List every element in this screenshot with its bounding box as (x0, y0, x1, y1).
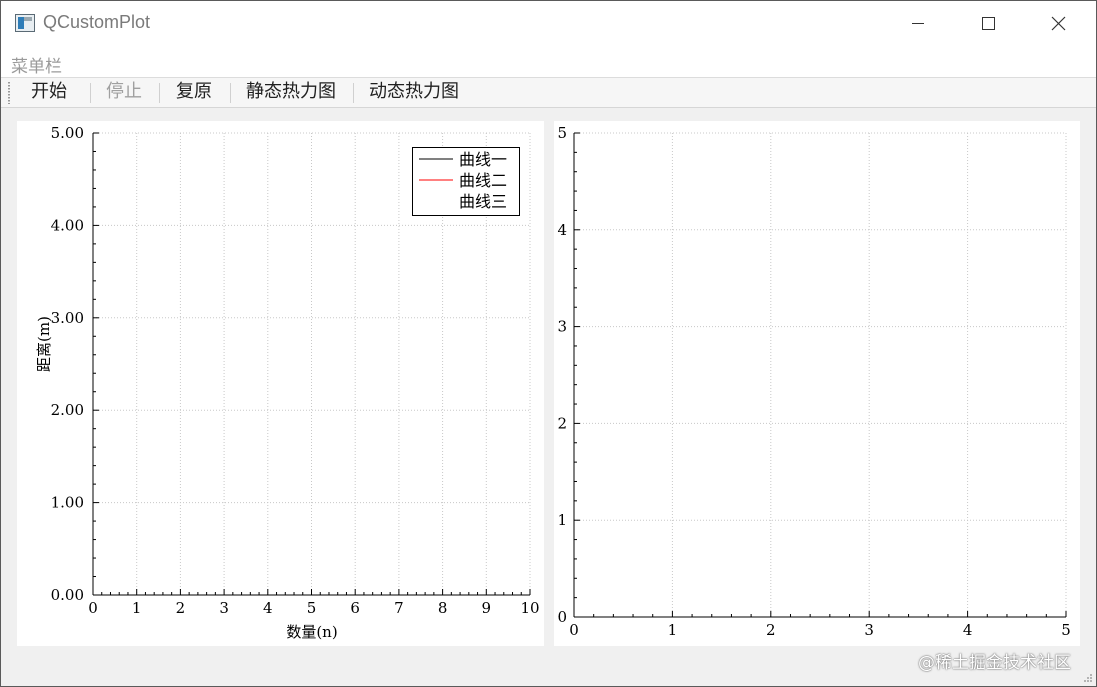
y-tick-label: 4.00 (51, 216, 84, 234)
heatmap-plot[interactable]: 0 1 2 3 4 5 0 1 2 3 4 5 (554, 121, 1080, 646)
x-tick-label: 2 (176, 599, 186, 617)
x-tick-label: 4 (263, 599, 273, 617)
stop-button[interactable]: 停止 (104, 80, 144, 104)
toolbar-separator (230, 83, 231, 103)
y-tick-label: 2.00 (51, 401, 84, 419)
line-plot[interactable]: 0.00 1.00 2.00 3.00 4.00 5.00 0 1 2 3 4 5 6 7 8 9 10 距离… (17, 121, 544, 646)
app-icon (15, 14, 35, 32)
legend-item-series-3: 曲线三 (459, 192, 507, 211)
x-tick-label: 4 (963, 621, 973, 639)
x-tick-label: 6 (350, 599, 360, 617)
y-tick-label: 4 (557, 221, 567, 239)
y-tick-label: 5 (557, 124, 567, 142)
toolbar-separator (90, 83, 91, 103)
x-tick-label: 3 (219, 599, 229, 617)
x-tick-label: 8 (438, 599, 448, 617)
x-tick-label: 0 (88, 599, 98, 617)
dynamic-heatmap-button[interactable]: 动态热力图 (367, 80, 461, 104)
x-tick-label: 2 (766, 621, 776, 639)
minimize-icon (912, 23, 924, 24)
maximize-button[interactable] (956, 1, 1022, 45)
watermark: @稀土掘金技术社区 (918, 653, 1071, 673)
x-axis-label: 数量(n) (286, 623, 337, 641)
x-tick-label: 5 (1061, 621, 1071, 639)
static-heatmap-button[interactable]: 静态热力图 (244, 80, 338, 104)
legend[interactable]: 曲线一 曲线二 曲线三 (412, 147, 520, 216)
x-tick-label: 5 (307, 599, 317, 617)
menu-bar: 菜单栏 (1, 45, 1096, 77)
close-button[interactable] (1025, 1, 1091, 45)
close-icon (1051, 16, 1066, 31)
menu-bar-label[interactable]: 菜单栏 (11, 52, 62, 77)
y-tick-label: 3.00 (51, 309, 84, 327)
line-plot-panel[interactable]: 0.00 1.00 2.00 3.00 4.00 5.00 0 1 2 3 4 5 6 7 8 9 10 距离… (17, 121, 544, 646)
x-tick-label: 3 (864, 621, 874, 639)
y-tick-label: 2 (557, 414, 567, 432)
y-tick-label: 3 (557, 318, 567, 336)
main-window: QCustomPlot 菜单栏 开始 停止 复原 静态热力图 动态热力图 0.0… (0, 0, 1097, 687)
x-tick-label: 10 (520, 599, 539, 617)
x-tick-label: 7 (394, 599, 404, 617)
legend-item-series-1: 曲线一 (459, 150, 507, 169)
x-tick-label: 1 (668, 621, 678, 639)
window-title: QCustomPlot (43, 12, 151, 32)
y-tick-label: 0.00 (51, 586, 84, 604)
toolbar-separator (353, 83, 354, 103)
y-tick-label: 0 (557, 608, 567, 626)
y-axis-label: 距离(m) (35, 316, 53, 372)
start-button[interactable]: 开始 (29, 80, 69, 104)
toolbar-grip[interactable] (8, 82, 10, 104)
toolbar-separator (159, 83, 160, 103)
size-grip-icon[interactable] (1083, 673, 1093, 683)
legend-item-series-2: 曲线二 (459, 171, 507, 190)
minimize-button[interactable] (886, 1, 952, 45)
y-tick-label: 1.00 (51, 494, 84, 512)
heatmap-panel[interactable]: 0 1 2 3 4 5 0 1 2 3 4 5 (554, 121, 1080, 646)
x-tick-label: 9 (482, 599, 492, 617)
y-tick-label: 5.00 (51, 124, 84, 142)
maximize-icon (982, 17, 995, 30)
y-tick-label: 1 (557, 511, 567, 529)
reset-button[interactable]: 复原 (174, 80, 214, 104)
title-bar[interactable]: QCustomPlot (1, 1, 1096, 45)
x-tick-label: 0 (569, 621, 579, 639)
toolbar: 开始 停止 复原 静态热力图 动态热力图 (1, 77, 1096, 108)
x-tick-label: 1 (132, 599, 142, 617)
